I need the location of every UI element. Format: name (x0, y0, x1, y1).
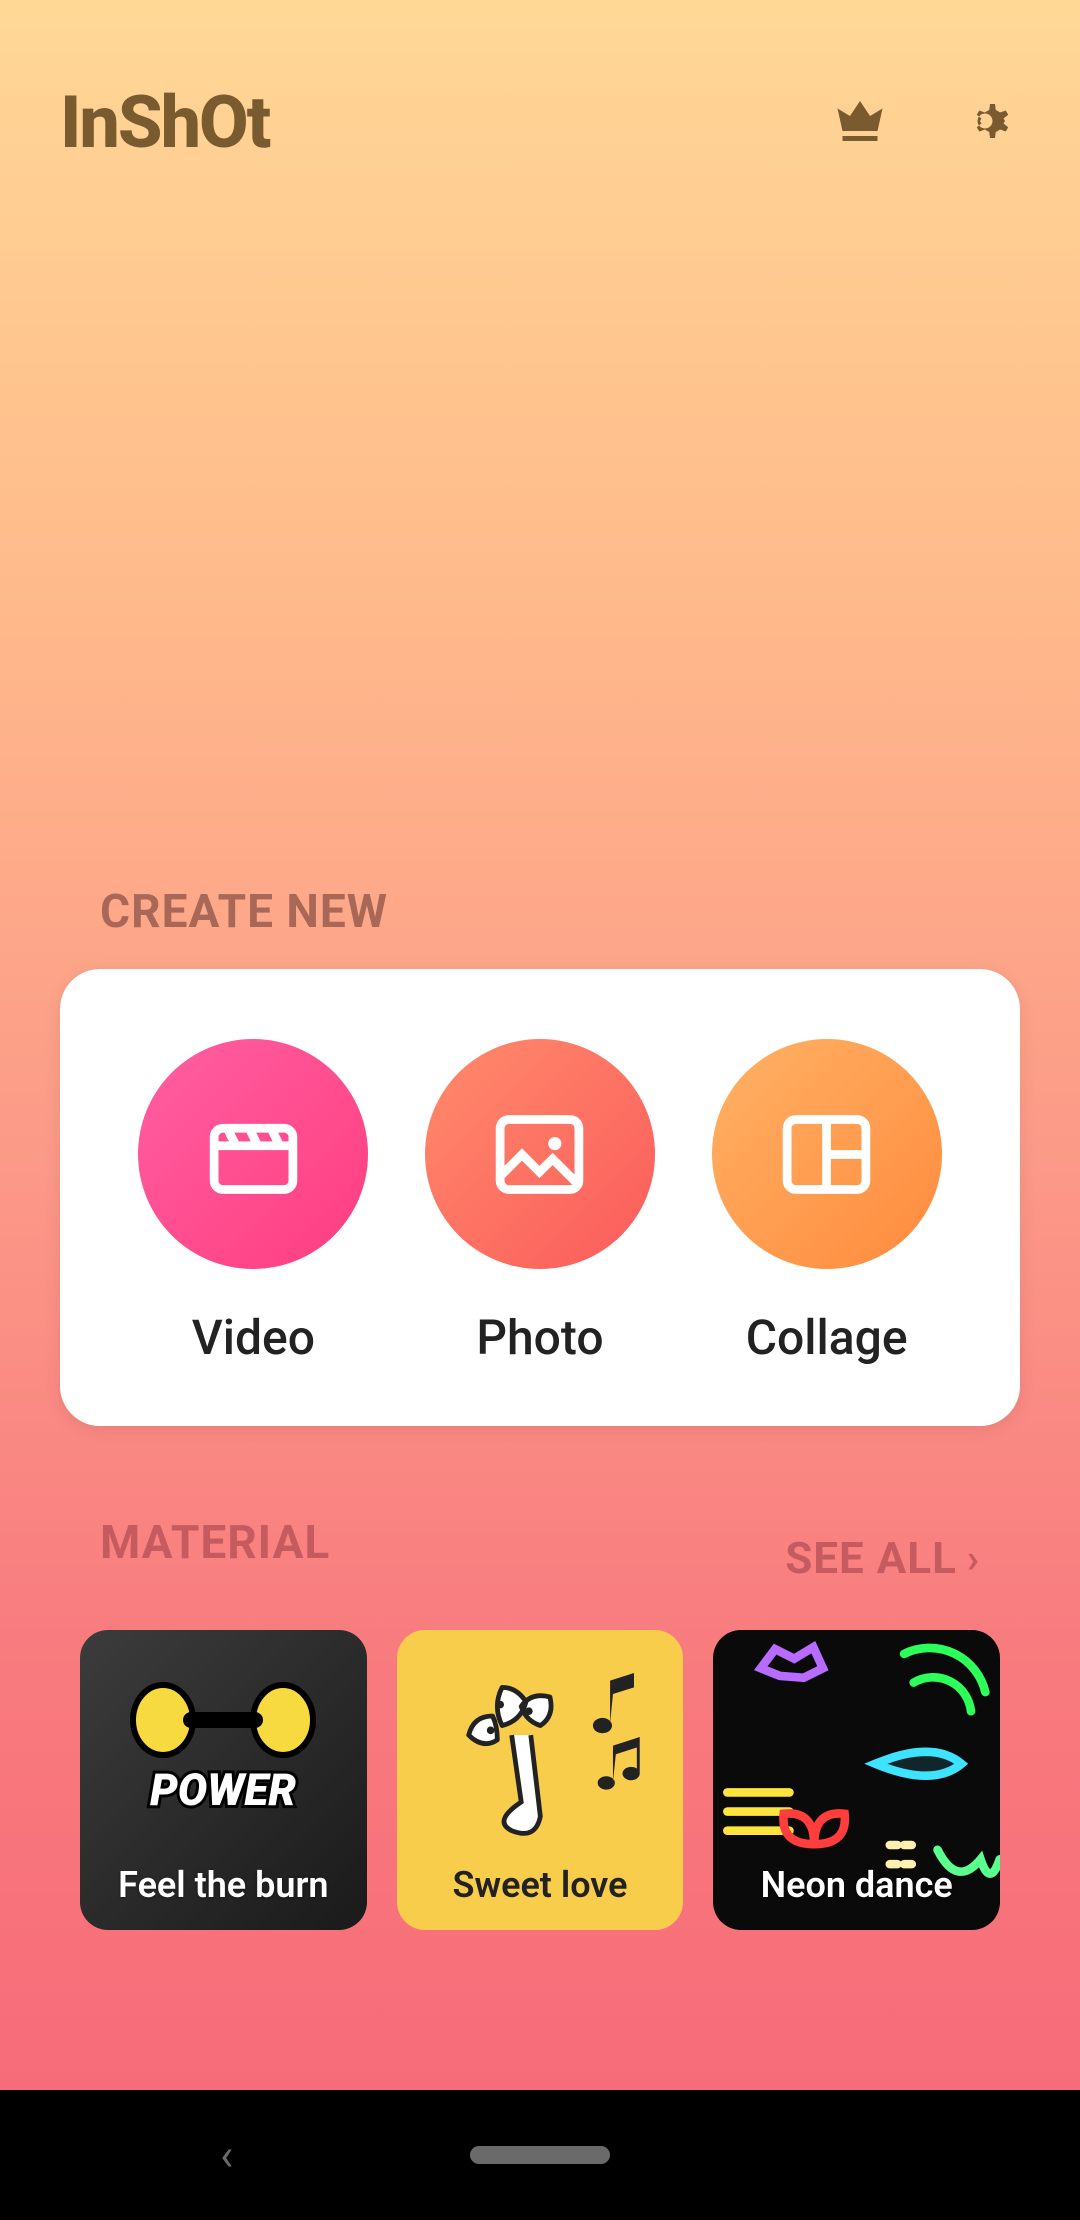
material-header: MATERIAL SEE ALL › (60, 1516, 1020, 1600)
chevron-right-icon: › (967, 1535, 980, 1582)
see-all-button[interactable]: SEE ALL › (785, 1532, 980, 1584)
photo-circle (425, 1039, 655, 1269)
create-photo-button[interactable]: Photo (425, 1039, 655, 1366)
collage-circle (712, 1039, 942, 1269)
material-section: MATERIAL SEE ALL › POWER Feel the burn (60, 1516, 1020, 1930)
header-icons (830, 91, 1020, 155)
gear-icon (960, 91, 1020, 151)
svg-text:POWER: POWER (150, 1764, 296, 1816)
create-video-button[interactable]: Video (138, 1039, 368, 1366)
create-section: CREATE NEW Video Photo Collage (60, 885, 1020, 1426)
image-icon (487, 1102, 592, 1207)
back-button[interactable]: ‹ (220, 2129, 233, 2181)
material-card-sweet[interactable]: Sweet love (397, 1630, 684, 1930)
material-label-sweet: Sweet love (453, 1864, 628, 1906)
system-nav-bar: ‹ (0, 2090, 1080, 2220)
app-logo: InShOt (60, 80, 269, 165)
see-all-label: SEE ALL (785, 1532, 957, 1584)
material-label-burn: Feel the burn (118, 1864, 328, 1906)
premium-button[interactable] (830, 91, 890, 155)
material-label-neon: Neon dance (761, 1864, 953, 1906)
create-collage-label: Collage (746, 1309, 908, 1366)
create-video-label: Video (192, 1309, 315, 1366)
clapperboard-icon (201, 1102, 306, 1207)
material-section-title: MATERIAL (100, 1516, 330, 1570)
material-card-burn[interactable]: POWER Feel the burn (80, 1630, 367, 1930)
create-section-title: CREATE NEW (60, 885, 1020, 939)
video-circle (138, 1039, 368, 1269)
collage-icon (774, 1102, 879, 1207)
material-row: POWER Feel the burn (60, 1630, 1020, 1930)
app-header: InShOt (60, 80, 1020, 165)
material-card-neon[interactable]: Neon dance (713, 1630, 1000, 1930)
create-card: Video Photo Collage (60, 969, 1020, 1426)
home-pill[interactable] (470, 2146, 610, 2164)
create-photo-label: Photo (476, 1309, 603, 1366)
crown-icon (830, 91, 890, 151)
settings-button[interactable] (960, 91, 1020, 155)
barbell-power-icon: POWER (108, 1670, 338, 1830)
create-collage-button[interactable]: Collage (712, 1039, 942, 1366)
